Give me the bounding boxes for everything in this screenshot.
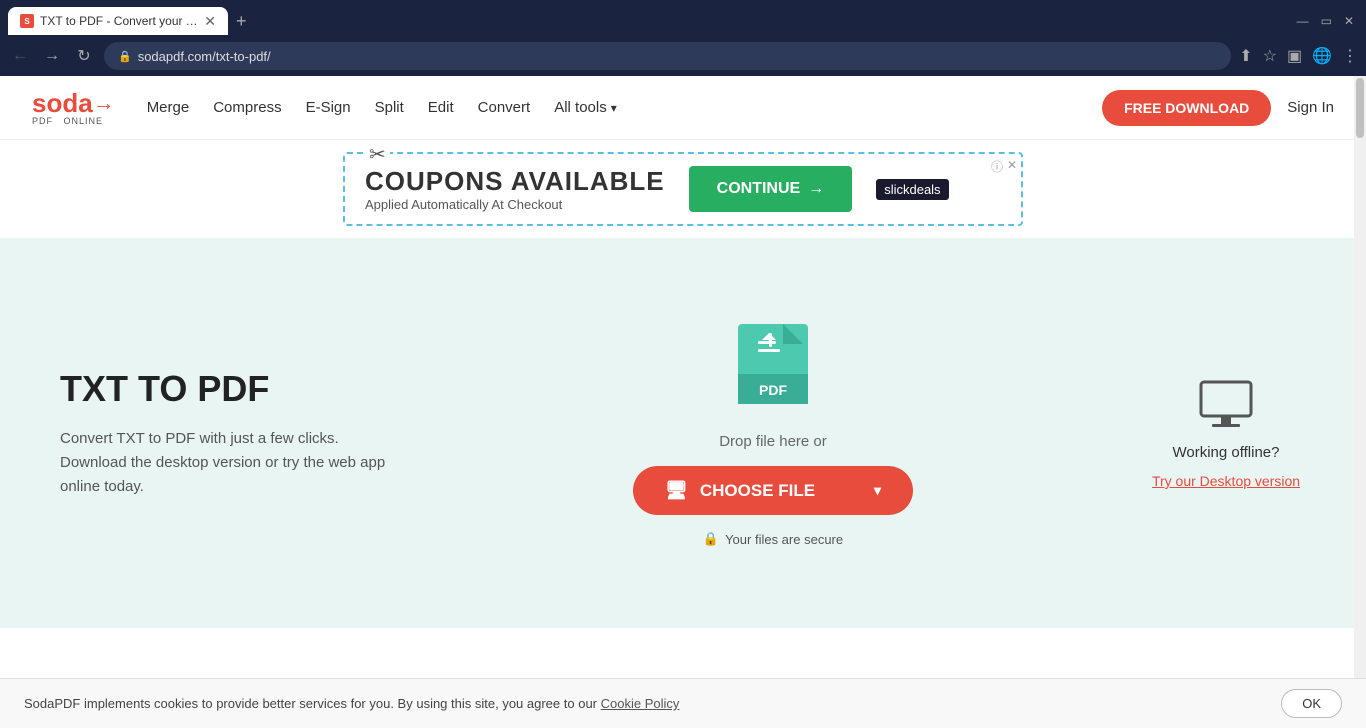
nav-all-tools[interactable]: All tools ▾ (554, 99, 617, 116)
scissors-icon: ✂ (365, 142, 390, 167)
logo-soda: soda (32, 90, 93, 116)
ad-brand: slickdeals (876, 179, 948, 200)
ad-continue-button[interactable]: CONTINUE → (689, 166, 853, 212)
right-section: Working offline? Try our Desktop version (1146, 377, 1306, 489)
active-tab[interactable]: S TXT to PDF - Convert your TXT t... ✕ (8, 7, 228, 35)
forward-button[interactable]: → (40, 47, 64, 65)
share-icon[interactable]: ⬆ (1239, 46, 1252, 66)
cookie-ok-button[interactable]: OK (1281, 689, 1342, 718)
desktop-monitor-icon (1196, 377, 1256, 432)
cookie-bar: SodaPDF implements cookies to provide be… (0, 678, 1366, 728)
ad-close-icon[interactable]: ✕ (1007, 158, 1017, 172)
page-title: TXT TO PDF (60, 367, 400, 410)
drop-text: Drop file here or (719, 433, 827, 450)
address-bar-icons: ⬆ ☆ ▣ 🌐 ⋮ (1239, 46, 1358, 66)
page-description: Convert TXT to PDF with just a few click… (60, 427, 400, 499)
logo-arrow-icon: → (93, 90, 115, 116)
logo[interactable]: soda → PDF ONLINE (32, 90, 115, 126)
scrollbar[interactable] (1354, 76, 1366, 728)
main-nav: Merge Compress E-Sign Split Edit Convert… (147, 99, 1102, 116)
ad-title: COUPONS AVAILABLE (365, 166, 665, 197)
new-tab-button[interactable]: + (236, 11, 247, 32)
tab-close-button[interactable]: ✕ (204, 13, 216, 30)
cookie-text: SodaPDF implements cookies to provide be… (24, 696, 679, 711)
nav-convert[interactable]: Convert (478, 99, 531, 116)
back-button[interactable]: ← (8, 47, 32, 65)
refresh-button[interactable]: ↻ (72, 46, 96, 66)
tab-favicon: S (20, 14, 34, 28)
minimize-button[interactable]: — (1297, 14, 1309, 28)
address-bar: ← → ↻ 🔒 sodapdf.com/txt-to-pdf/ ⬆ ☆ ▣ 🌐 … (0, 36, 1366, 76)
nav-esign[interactable]: E-Sign (306, 99, 351, 116)
center-section: PDF Drop file here or 🖥 CHOOSE FILE ▾ 🔒 … (480, 319, 1066, 547)
nav-split[interactable]: Split (375, 99, 404, 116)
lock-secure-icon: 🔒 (703, 531, 719, 547)
menu-icon[interactable]: ⋮ (1342, 46, 1358, 66)
ad-banner: ✂ ⓘ ✕ COUPONS AVAILABLE Applied Automati… (0, 140, 1366, 238)
arrow-right-icon: → (808, 180, 824, 198)
secure-text: 🔒 Your files are secure (703, 531, 843, 547)
nav-compress[interactable]: Compress (213, 99, 281, 116)
tab-title: TXT to PDF - Convert your TXT t... (40, 14, 198, 28)
chevron-down-icon: ▾ (874, 482, 881, 499)
main-content: TXT TO PDF Convert TXT to PDF with just … (0, 238, 1366, 628)
choose-file-label: CHOOSE FILE (700, 481, 815, 501)
bookmark-icon[interactable]: ☆ (1263, 46, 1277, 66)
lock-icon: 🔒 (118, 50, 132, 63)
nav-merge[interactable]: Merge (147, 99, 190, 116)
browser-chrome: S TXT to PDF - Convert your TXT t... ✕ +… (0, 0, 1366, 76)
sign-in-link[interactable]: Sign In (1287, 99, 1334, 116)
logo-sub: PDF ONLINE (32, 116, 115, 126)
cookie-policy-link[interactable]: Cookie Policy (601, 696, 680, 711)
sidebar-icon[interactable]: ▣ (1287, 46, 1302, 66)
choose-btn-left: 🖥 CHOOSE FILE (665, 480, 815, 501)
header-right: FREE DOWNLOAD Sign In (1102, 90, 1334, 126)
secure-label: Your files are secure (725, 532, 843, 547)
url-bar[interactable]: 🔒 sodapdf.com/txt-to-pdf/ (104, 42, 1231, 70)
svg-text:PDF: PDF (759, 382, 787, 398)
pdf-file-icon: PDF (733, 319, 813, 409)
site-header: soda → PDF ONLINE Merge Compress E-Sign … (0, 76, 1366, 140)
scrollbar-thumb[interactable] (1356, 78, 1364, 138)
logo-text: soda → PDF ONLINE (32, 90, 115, 126)
ad-brand-logo: slickdeals (876, 179, 948, 200)
maximize-button[interactable]: ▭ (1321, 14, 1332, 28)
free-download-button[interactable]: FREE DOWNLOAD (1102, 90, 1271, 126)
ad-info-icon[interactable]: ⓘ (991, 158, 1003, 175)
profile-icon[interactable]: 🌐 (1312, 46, 1332, 66)
offline-title: Working offline? (1172, 444, 1279, 461)
chevron-down-icon: ▾ (611, 101, 617, 115)
monitor-icon: 🖥 (665, 480, 688, 501)
tab-bar: S TXT to PDF - Convert your TXT t... ✕ +… (0, 0, 1366, 36)
pdf-icon-container: PDF (733, 319, 813, 409)
ad-subtitle: Applied Automatically At Checkout (365, 197, 665, 212)
url-text: sodapdf.com/txt-to-pdf/ (138, 49, 271, 64)
left-section: TXT TO PDF Convert TXT to PDF with just … (60, 367, 400, 498)
desktop-version-link[interactable]: Try our Desktop version (1152, 473, 1300, 489)
browser-window-controls: — ▭ ✕ (1297, 14, 1358, 28)
ad-text-block: COUPONS AVAILABLE Applied Automatically … (365, 166, 665, 212)
ad-inner: ✂ ⓘ ✕ COUPONS AVAILABLE Applied Automati… (343, 152, 1023, 226)
choose-file-button[interactable]: 🖥 CHOOSE FILE ▾ (633, 466, 913, 515)
close-button[interactable]: ✕ (1344, 14, 1354, 28)
nav-edit[interactable]: Edit (428, 99, 454, 116)
